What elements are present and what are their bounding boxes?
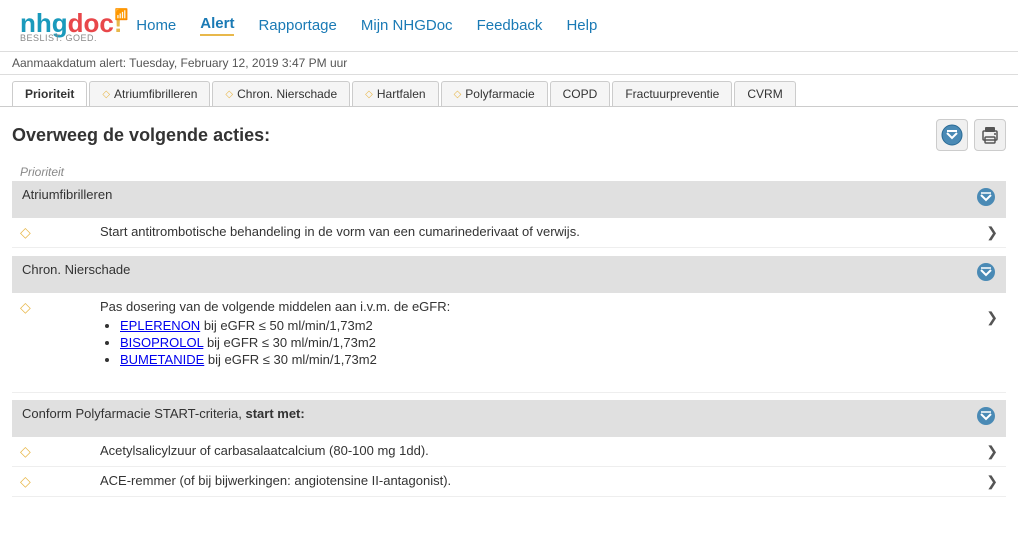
tab-cvrm[interactable]: CVRM (734, 81, 795, 106)
title-icons (936, 119, 1006, 151)
action-chron-nierschade-1: ◇ Pas dosering van de volgende middelen … (12, 293, 1006, 393)
nav-rapportage[interactable]: Rapportage (258, 17, 336, 34)
nav-home[interactable]: Home (136, 17, 176, 34)
tab-atriumfibrilleren[interactable]: ◇ Atriumfibrilleren (89, 81, 210, 106)
nav-help[interactable]: Help (566, 17, 597, 34)
category-chron-nierschade-label: Chron. Nierschade (22, 262, 130, 277)
collapse-all-button[interactable] (936, 119, 968, 151)
print-button[interactable] (974, 119, 1006, 151)
action-atriumfibrilleren-1: ◇ Start antitrombotische behandeling in … (12, 218, 1006, 248)
bullet-bumetanide-suffix: bij eGFR ≤ 30 ml/min/1,73m2 (204, 352, 377, 367)
chevron-action-2[interactable]: ❯ (986, 309, 998, 326)
tab-chron-nierschade[interactable]: ◇ Chron. Nierschade (212, 81, 350, 106)
tab-copd[interactable]: COPD (550, 81, 611, 106)
bullet-eplerenon-suffix: bij eGFR ≤ 50 ml/min/1,73m2 (200, 318, 373, 333)
diamond-icon-2: ◇ (20, 299, 31, 315)
main-nav: Home Alert Rapportage Mijn NHGDoc Feedba… (136, 15, 597, 36)
action-polyfarmacie-1: ◇ Acetylsalicylzuur of carbasalaatcalciu… (12, 437, 1006, 467)
actions-table: Prioriteit Atriumfibrilleren (12, 163, 1006, 497)
diamond-icon-3: ◇ (20, 443, 31, 459)
tab-fractuurpreventie[interactable]: Fractuurpreventie (612, 81, 732, 106)
spacer-2 (12, 392, 1006, 400)
tab-polyfarmacie-label: Polyfarmacie (465, 87, 534, 101)
date-bar: Aanmaakdatum alert: Tuesday, February 12… (0, 52, 1018, 75)
action-text-1: Start antitrombotische behandeling in de… (100, 224, 580, 239)
diamond-icon-4: ◇ (20, 473, 31, 489)
nav-feedback[interactable]: Feedback (477, 17, 543, 34)
tabs-container: Prioriteit ◇ Atriumfibrilleren ◇ Chron. … (0, 75, 1018, 107)
category-atriumfibrilleren-label: Atriumfibrilleren (22, 187, 112, 202)
category-polyfarmacie: Conform Polyfarmacie START-criteria, sta… (12, 400, 1006, 437)
expand-chron-nierschade-icon[interactable] (976, 262, 996, 287)
priority-column-label: Prioriteit (12, 163, 92, 181)
main-title: Overweeg de volgende acties: (12, 125, 270, 146)
action-text-2: Pas dosering van de volgende middelen aa… (100, 299, 450, 314)
action-text-3: Acetylsalicylzuur of carbasalaatcalcium … (100, 443, 429, 458)
link-eplerenon[interactable]: EPLERENON (120, 318, 200, 333)
bullet-bumetanide: BUMETANIDE bij eGFR ≤ 30 ml/min/1,73m2 (120, 352, 998, 367)
tab-diamond-1: ◇ (102, 89, 110, 100)
section-title-bar: Overweeg de volgende acties: (12, 119, 1006, 151)
tab-polyfarmacie[interactable]: ◇ Polyfarmacie (441, 81, 548, 106)
medication-bullets: EPLERENON bij eGFR ≤ 50 ml/min/1,73m2 BI… (120, 318, 998, 367)
spacer-1 (12, 248, 1006, 256)
tab-hartfalen-label: Hartfalen (377, 87, 426, 101)
category-polyfarmacie-label-bold: start met: (245, 406, 304, 421)
tab-chron-nierschade-label: Chron. Nierschade (237, 87, 337, 101)
expand-atriumfibrilleren-icon[interactable] (976, 187, 996, 212)
category-atriumfibrilleren: Atriumfibrilleren (12, 181, 1006, 218)
chevron-action-3[interactable]: ❯ (986, 443, 998, 460)
logo-subtitle: BESLIST. GOED. (20, 33, 97, 43)
tab-diamond-2: ◇ (225, 89, 233, 100)
link-bumetanide[interactable]: BUMETANIDE (120, 352, 204, 367)
print-icon (980, 125, 1000, 145)
tab-diamond-3: ◇ (365, 89, 373, 100)
action-polyfarmacie-2: ◇ ACE-remmer (of bij bijwerkingen: angio… (12, 467, 1006, 497)
bullet-bisoprolol: BISOPROLOL bij eGFR ≤ 30 ml/min/1,73m2 (120, 335, 998, 350)
logo: nhg doc ! 📶 BESLIST. GOED. (20, 8, 136, 43)
tab-atriumfibrilleren-label: Atriumfibrilleren (114, 87, 197, 101)
priority-header-row: Prioriteit (12, 163, 1006, 181)
action-text-4: ACE-remmer (of bij bijwerkingen: angiote… (100, 473, 451, 488)
tab-copd-label: COPD (563, 87, 598, 101)
link-bisoprolol[interactable]: BISOPROLOL (120, 335, 203, 350)
nav-alert[interactable]: Alert (200, 15, 234, 36)
category-polyfarmacie-label-start: Conform Polyfarmacie START-criteria, (22, 406, 245, 421)
tab-hartfalen[interactable]: ◇ Hartfalen (352, 81, 438, 106)
main-content: Overweeg de volgende acties: (0, 107, 1018, 509)
expand-polyfarmacie-icon[interactable] (976, 406, 996, 431)
tab-diamond-4: ◇ (454, 89, 462, 100)
tab-fractuurpreventie-label: Fractuurpreventie (625, 87, 719, 101)
chevron-action-1[interactable]: ❯ (986, 224, 998, 241)
wifi-icon: 📶 (115, 8, 129, 21)
nav-mijn-nhgdoc[interactable]: Mijn NHGDoc (361, 17, 453, 34)
bullet-eplerenon: EPLERENON bij eGFR ≤ 50 ml/min/1,73m2 (120, 318, 998, 333)
bullet-bisoprolol-suffix: bij eGFR ≤ 30 ml/min/1,73m2 (203, 335, 376, 350)
chevron-action-4[interactable]: ❯ (986, 473, 998, 490)
collapse-all-icon (941, 124, 963, 146)
tab-prioriteit[interactable]: Prioriteit (12, 81, 87, 106)
tab-prioriteit-label: Prioriteit (25, 87, 74, 101)
category-chron-nierschade: Chron. Nierschade (12, 256, 1006, 293)
tab-cvrm-label: CVRM (747, 87, 782, 101)
diamond-icon-1: ◇ (20, 224, 31, 240)
